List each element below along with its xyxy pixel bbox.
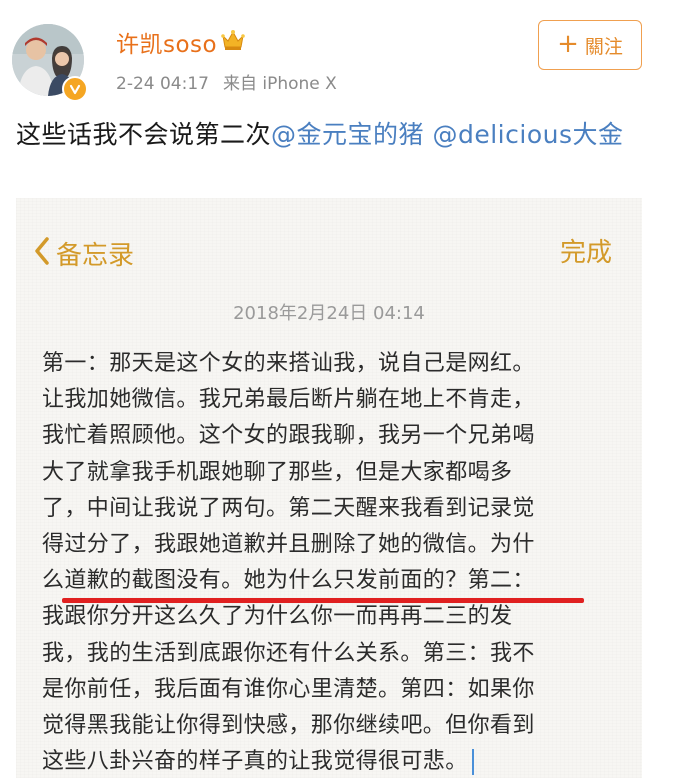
mention-link[interactable]: @金元宝的猪 [271,120,424,149]
post-meta: 2-24 04:17 来自 iPhone X [116,72,337,96]
mention-link[interactable]: @delicious大金 [432,120,623,149]
notes-line: 么道歉的截图没有。她为什么只发前面的？第二： [42,568,535,594]
post-body: 这些话我不会说第二次 [16,120,272,149]
notes-line: 我，我的生活到底跟你还有什么关系。第三：我不 [42,640,535,666]
notes-line-text: 这些八卦兴奋的样子真的让我觉得很可悲。 [42,749,468,775]
plus-icon: + [557,28,579,59]
follow-label: 關注 [584,35,623,58]
crown-vip-icon [221,29,245,59]
text-caret [471,749,474,776]
notes-done-button: 完成 [559,238,612,268]
follow-button[interactable]: + 關注 [538,20,642,70]
username[interactable]: 许凯soso [116,29,245,60]
avatar[interactable] [12,24,90,102]
red-underline-annotation [62,598,584,603]
notes-line: 觉得黑我能让你得到快感，那你继续吧。但你看到 [42,713,535,739]
notes-body: 第一：那天是这个女的来搭讪我，说自己是网红。 让我加她微信。我兄弟最后断片躺在地… [42,346,610,778]
notes-line: 我忙着照顾他。这个女的跟我聊，我另一个兄弟喝 [42,423,535,449]
notes-line: 是你前任，我后面有谁你心里清楚。第四：如果你 [42,676,535,702]
notes-line: 得过分了，我跟她道歉并且删除了她的微信。为什 [42,532,535,558]
post-image[interactable]: 备忘录 完成 2018年2月24日 04:14 第一：那天是这个女的来搭讪我，说… [16,198,642,778]
notes-back-button: 备忘录 [34,236,134,275]
notes-date: 2018年2月24日 04:14 [233,303,425,324]
chevron-left-icon [34,236,50,275]
notes-line: 大了就拿我手机跟她聊了那些，但是大家都喝多 [42,459,513,485]
notes-back-label: 备忘录 [56,240,135,271]
notes-line: 第一：那天是这个女的来搭讪我，说自己是网红。 [42,351,535,376]
post-source: 来自 iPhone X [222,74,337,94]
notes-line-last: 这些八卦兴奋的样子真的让我觉得很可悲。 [42,744,610,778]
notes-line: 我跟你分开这么久了为什么你一而再再二三的发 [42,604,513,630]
notes-line: 了，中间让我说了两句。第二天醒来我看到记录觉 [42,495,535,521]
post-text: 这些话我不会说第二次@金元宝的猪 @delicious大金 [16,116,656,154]
username-text[interactable]: 许凯soso [116,32,217,58]
post-timestamp: 2-24 04:17 [116,74,209,94]
notes-line: 让我加她微信。我兄弟最后断片躺在地上不肯走， [42,387,535,413]
verified-badge-icon [62,76,88,102]
